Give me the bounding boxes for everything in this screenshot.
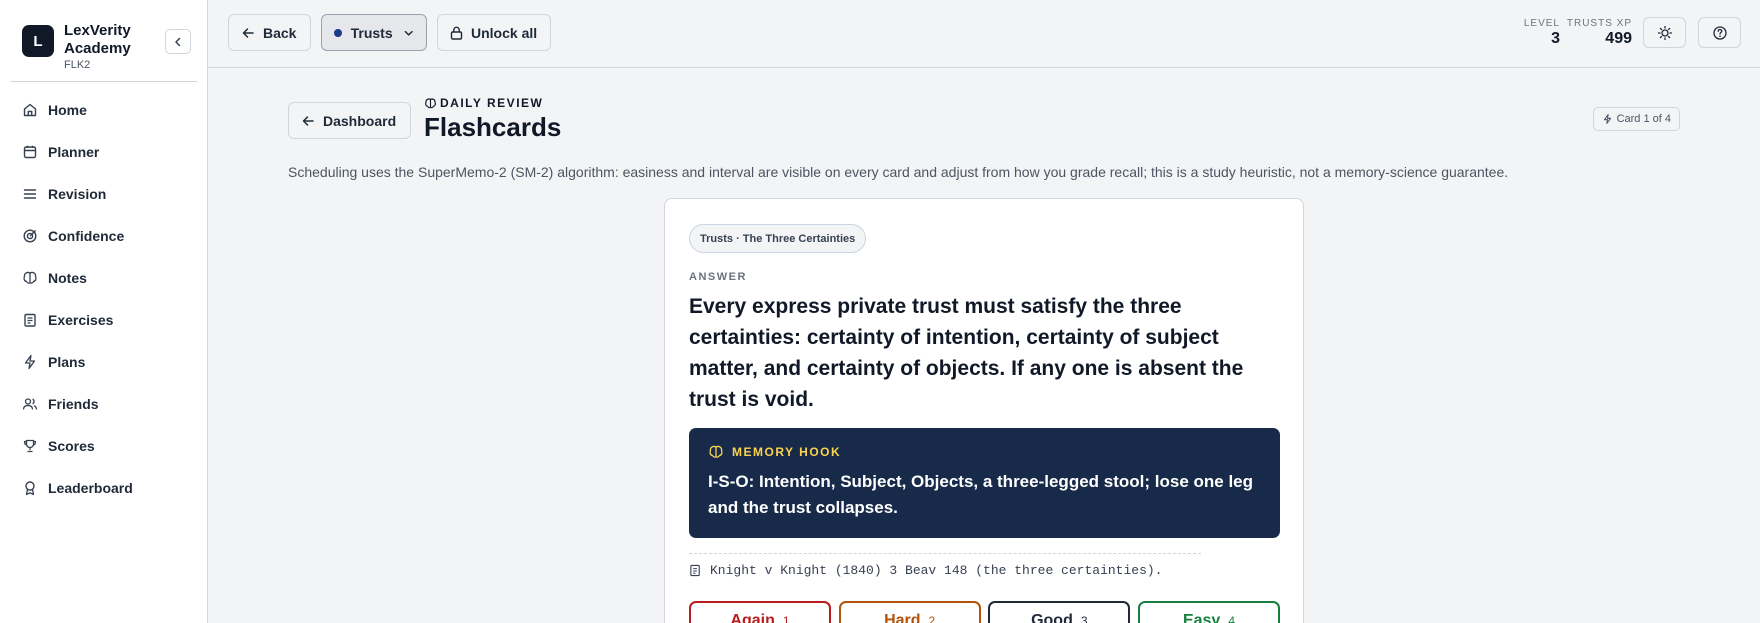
unlock-all-button[interactable]: Unlock all (437, 14, 551, 51)
calendar-icon (23, 145, 37, 159)
sidebar-nav: Home Planner Revision Confidence Notes E… (0, 89, 207, 509)
target-icon (23, 229, 37, 243)
sidebar-item-scores[interactable]: Scores (0, 425, 207, 467)
brand[interactable]: L LexVerity Academy FLK2 (22, 22, 154, 71)
sidebar-item-leaderboard[interactable]: Leaderboard (0, 467, 207, 509)
help-icon (1712, 25, 1727, 40)
answer-text: Every express private trust must satisfy… (689, 295, 1244, 411)
list-icon (23, 189, 37, 199)
sidebar-item-planner[interactable]: Planner (0, 131, 207, 173)
eyebrow-label: DAILY REVIEW (440, 96, 544, 110)
trophy-icon (23, 439, 37, 453)
subject-select[interactable]: Trusts (321, 14, 427, 51)
chevron-left-icon (175, 37, 181, 46)
grade-again-button[interactable]: Again 1 (689, 601, 831, 623)
back-button[interactable]: Back (228, 14, 311, 51)
brain-icon (425, 97, 436, 108)
home-icon (23, 103, 37, 117)
bolt-icon (1603, 114, 1611, 124)
dashboard-label: Dashboard (323, 112, 397, 129)
sidebar-item-revision[interactable]: Revision (0, 173, 207, 215)
document-icon (690, 564, 700, 577)
citation-text: Knight v Knight (1840) 3 Beav 148 (the t… (710, 563, 1163, 578)
sidebar-item-label: Confidence (48, 228, 125, 244)
app-name: LexVerity Academy (64, 22, 131, 57)
sidebar-item-label: Friends (48, 396, 99, 412)
grade-hard-button[interactable]: Hard 2 (838, 601, 981, 623)
app-subtitle: FLK2 (64, 59, 91, 71)
grade-label: Good (1031, 612, 1073, 623)
citation-divider (689, 553, 1201, 554)
grade-buttons: Again 1 Hard 2 Good 3 Easy 4 (689, 601, 1280, 623)
subject-dot (334, 28, 342, 37)
brain-icon (709, 445, 723, 458)
sidebar-item-label: Plans (48, 354, 86, 370)
sidebar-item-label: Revision (48, 186, 107, 202)
bolt-icon (24, 354, 36, 370)
sidebar-item-label: Exercises (48, 312, 114, 328)
sidebar-item-notes[interactable]: Notes (0, 257, 207, 299)
page-title: Flashcards (424, 112, 562, 142)
xp-stat: TRUSTS XP 499 (1567, 18, 1632, 48)
grade-label: Hard (884, 612, 921, 623)
brain-icon (23, 271, 37, 284)
unlock-label: Unlock all (471, 24, 538, 41)
grade-shortcut: 4 (1228, 614, 1235, 623)
level-label: LEVEL (1523, 18, 1560, 29)
users-icon (22, 398, 38, 410)
memory-hook-text: I-S-O: Intention, Subject, Objects, a th… (708, 472, 1254, 517)
lock-icon (450, 26, 463, 40)
grade-label: Easy (1182, 612, 1221, 623)
sidebar-item-exercises[interactable]: Exercises (0, 299, 207, 341)
sidebar-item-label: Leaderboard (48, 480, 133, 496)
sidebar-item-friends[interactable]: Friends (0, 383, 207, 425)
grade-good-button[interactable]: Good 3 (988, 601, 1131, 623)
sidebar-item-label: Home (48, 102, 87, 118)
main-content: Dashboard DAILY REVIEW Flashcards Card 1… (208, 69, 1760, 623)
dashboard-button[interactable]: Dashboard (288, 102, 411, 139)
xp-value: 499 (1605, 30, 1632, 47)
arrow-left-icon (242, 27, 254, 38)
grade-shortcut: 1 (782, 614, 790, 623)
theme-toggle-button[interactable] (1643, 17, 1686, 48)
sidebar-item-label: Notes (48, 270, 87, 286)
arrow-left-icon (302, 115, 314, 126)
chevron-down-icon (404, 30, 413, 36)
sidebar-item-label: Planner (48, 144, 100, 160)
sidebar-divider (10, 81, 197, 82)
answer-label: ANSWER (689, 271, 747, 283)
level-stat: LEVEL 3 (1524, 18, 1560, 48)
top-bar: Back Trusts Unlock all LEVEL 3 TRUSTS XP… (208, 0, 1760, 68)
sidebar-item-confidence[interactable]: Confidence (0, 215, 207, 257)
flashcard: Trusts · The Three Certainties ANSWER Ev… (664, 198, 1304, 623)
card-counter-text: Card 1 of 4 (1616, 113, 1671, 125)
sun-icon (1657, 25, 1672, 40)
memory-hook-heading: MEMORY HOOK (708, 444, 1261, 460)
app-logo: L (22, 25, 54, 57)
grade-label: Again (730, 612, 775, 623)
sidebar: L LexVerity Academy FLK2 Home Planner Re… (0, 0, 208, 623)
sidebar-item-home[interactable]: Home (0, 89, 207, 131)
scheduling-description: Scheduling uses the SuperMemo-2 (SM-2) a… (288, 164, 1509, 180)
card-counter-badge: Card 1 of 4 (1592, 107, 1680, 131)
grade-easy-button[interactable]: Easy 4 (1137, 601, 1280, 623)
medal-icon (25, 481, 35, 496)
sidebar-item-label: Scores (48, 438, 95, 454)
memory-hook-label: MEMORY HOOK (732, 445, 842, 459)
page-eyebrow: DAILY REVIEW (424, 96, 543, 110)
xp-label: TRUSTS XP (1566, 18, 1632, 29)
back-label: Back (263, 24, 297, 41)
grade-shortcut: 3 (1080, 614, 1088, 623)
collapse-sidebar-button[interactable] (165, 29, 191, 54)
help-button[interactable] (1698, 17, 1741, 48)
topic-badge: Trusts · The Three Certainties (689, 224, 867, 253)
clipboard-icon (24, 313, 36, 327)
memory-hook-panel: MEMORY HOOK I-S-O: Intention, Subject, O… (689, 428, 1280, 538)
sidebar-item-plans[interactable]: Plans (0, 341, 207, 383)
subject-label: Trusts (350, 24, 393, 41)
case-citation: Knight v Knight (1840) 3 Beav 148 (the t… (689, 563, 1162, 578)
grade-shortcut: 2 (928, 614, 936, 623)
level-value: 3 (1551, 30, 1560, 47)
